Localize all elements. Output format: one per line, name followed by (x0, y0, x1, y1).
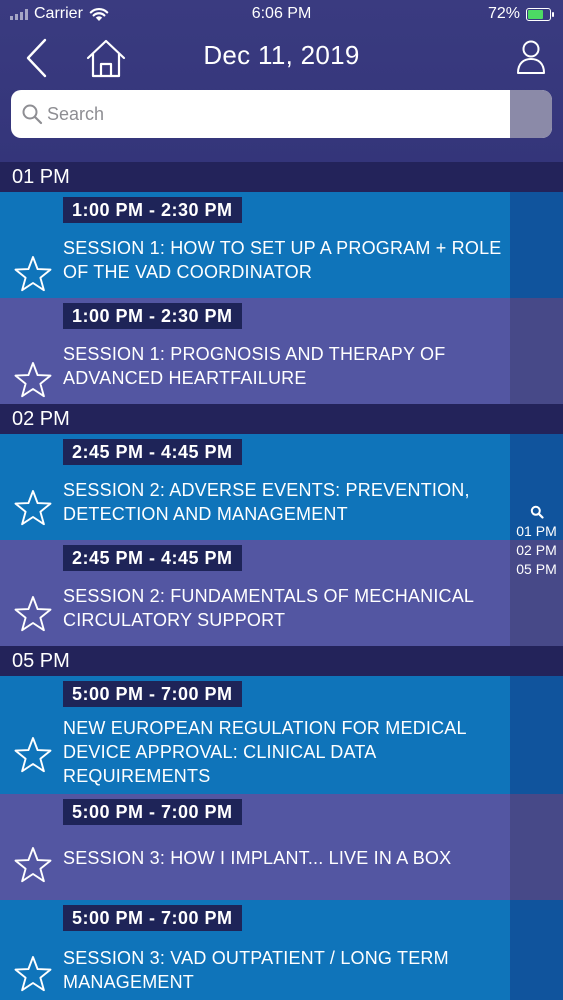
favorite-star-icon[interactable] (14, 846, 52, 884)
search-side-panel (510, 90, 552, 138)
section-index-item[interactable]: 05 PM (510, 560, 563, 579)
section-header: 05 PM (0, 646, 563, 676)
session-row[interactable]: 2:45 PM - 4:45 PM SESSION 2: ADVERSE EVEN… (0, 434, 563, 540)
row-index-strip (510, 794, 563, 900)
session-row[interactable]: 5:00 PM - 7:00 PM SESSION 3: HOW I IMPLAN… (0, 794, 563, 900)
session-time: 1:00 PM - 2:30 PM (63, 197, 242, 223)
session-title: SESSION 1: HOW TO SET UP A PROGRAM + ROL… (63, 238, 502, 282)
session-list[interactable]: 01 PM 1:00 PM - 2:30 PM SESSION 1: HOW TO … (0, 162, 563, 1000)
row-index-strip (510, 676, 563, 794)
page-title: Dec 11, 2019 (203, 40, 360, 70)
row-index-strip (510, 192, 563, 298)
index-search-icon[interactable] (530, 505, 544, 519)
favorite-star-icon[interactable] (14, 595, 52, 633)
session-title: SESSION 1: PROGNOSIS AND THERAPY OF ADVA… (63, 344, 446, 388)
session-time: 5:00 PM - 7:00 PM (63, 681, 242, 707)
battery-icon (526, 7, 554, 21)
session-row[interactable]: 5:00 PM - 7:00 PM NEW EUROPEAN REGULATION… (0, 676, 563, 794)
search-input[interactable] (47, 90, 507, 138)
session-time: 1:00 PM - 2:30 PM (63, 303, 242, 329)
session-title: SESSION 3: VAD OUTPATIENT / LONG TERM MA… (63, 948, 449, 992)
section-index-item[interactable]: 01 PM (510, 522, 563, 541)
favorite-star-icon[interactable] (14, 255, 52, 293)
section-index[interactable]: 01 PM 02 PM 05 PM (510, 505, 563, 579)
battery-percent: 72% (487, 5, 520, 22)
session-row[interactable]: 5:00 PM - 7:00 PM SESSION 3: VAD OUTPATIE… (0, 900, 563, 1000)
search-bar[interactable] (11, 90, 552, 138)
favorite-star-icon[interactable] (14, 736, 52, 774)
session-title: NEW EUROPEAN REGULATION FOR MEDICAL DEVI… (63, 718, 467, 786)
user-profile-icon[interactable] (515, 38, 547, 76)
session-row[interactable]: 1:00 PM - 2:30 PM SESSION 1: HOW TO SET U… (0, 192, 563, 298)
status-time: 6:06 PM (251, 5, 312, 22)
navigation-bar: Dec 11, 2019 (0, 30, 563, 86)
session-title: SESSION 3: HOW I IMPLANT... LIVE IN A BO… (63, 848, 452, 868)
session-time: 2:45 PM - 4:45 PM (63, 545, 242, 571)
favorite-star-icon[interactable] (14, 955, 52, 993)
section-header: 01 PM (0, 162, 563, 192)
section-header: 02 PM (0, 404, 563, 434)
search-icon (22, 104, 43, 125)
session-time: 5:00 PM - 7:00 PM (63, 905, 242, 931)
favorite-star-icon[interactable] (14, 489, 52, 527)
top-bar: Carrier 6:06 PM 72% Dec 11, 2019 (0, 0, 563, 162)
session-title: SESSION 2: FUNDAMENTALS OF MECHANICAL CI… (63, 586, 474, 630)
session-time: 5:00 PM - 7:00 PM (63, 799, 242, 825)
session-row[interactable]: 2:45 PM - 4:45 PM SESSION 2: FUNDAMENTALS… (0, 540, 563, 646)
section-index-item[interactable]: 02 PM (510, 541, 563, 560)
row-index-strip (510, 298, 563, 404)
session-time: 2:45 PM - 4:45 PM (63, 439, 242, 465)
session-title: SESSION 2: ADVERSE EVENTS: PREVENTION, D… (63, 480, 470, 524)
session-row[interactable]: 1:00 PM - 2:30 PM SESSION 1: PROGNOSIS AN… (0, 298, 563, 404)
favorite-star-icon[interactable] (14, 361, 52, 399)
status-bar: Carrier 6:06 PM 72% (0, 0, 563, 30)
row-index-strip (510, 900, 563, 1000)
